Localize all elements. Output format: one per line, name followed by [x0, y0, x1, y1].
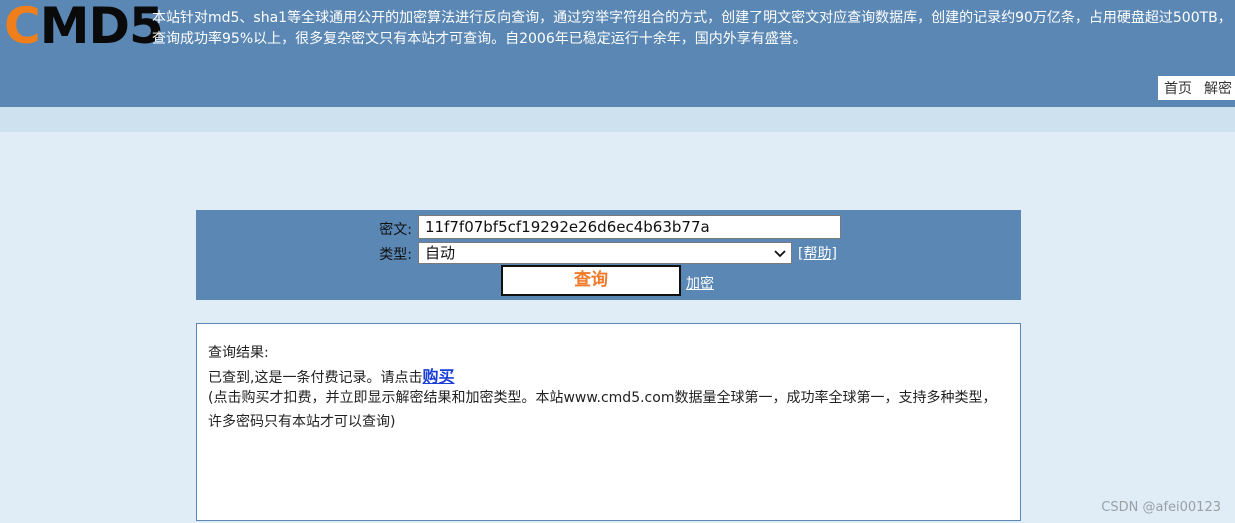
cipher-input[interactable]: 11f7f07bf5cf19292e26d6ec4b63b77a [418, 215, 841, 239]
type-select-value: 自动 [425, 244, 456, 262]
nav-home[interactable]: 首页 [1164, 78, 1192, 98]
chevron-down-icon [774, 250, 786, 258]
encrypt-link[interactable]: 加密 [686, 273, 714, 293]
type-select[interactable]: 自动 [418, 242, 792, 264]
query-button[interactable]: 查询 [501, 265, 681, 296]
buy-link[interactable]: 购买 [422, 367, 454, 386]
result-line: 已查到,这是一条付费记录。请点击购买 [208, 363, 454, 387]
header-subbar [0, 107, 1235, 132]
type-label: 类型: [379, 247, 412, 263]
result-panel: 查询结果: 已查到,这是一条付费记录。请点击购买 (点击购买才扣费，并立即显示解… [196, 323, 1021, 521]
help-link[interactable]: [帮助] [798, 243, 837, 263]
nav-decrypt[interactable]: 解密 [1204, 78, 1232, 98]
result-line-text: 已查到,这是一条付费记录。请点击 [208, 370, 423, 386]
query-form: 密文: 11f7f07bf5cf19292e26d6ec4b63b77a 类型:… [196, 210, 1021, 300]
result-note: (点击购买才扣费，并立即显示解密结果和加密类型。本站www.cmd5.com数据… [208, 390, 997, 430]
cipher-label: 密文: [379, 222, 412, 238]
site-intro: 本站针对md5、sha1等全球通用公开的加密算法进行反向查询，通过穷举字符组合的… [152, 10, 1232, 47]
site-header: CMD5 本站针对md5、sha1等全球通用公开的加密算法进行反向查询，通过穷举… [0, 0, 1235, 107]
cmd5-logo[interactable]: CMD5 [4, 0, 164, 55]
logo-letters-md5: MD5 [39, 0, 164, 55]
result-title: 查询结果: [208, 345, 269, 361]
logo-letter-c: C [4, 0, 41, 55]
top-nav: 首页 解密 [1158, 76, 1235, 100]
csdn-watermark: CSDN @afei00123 [1101, 500, 1221, 515]
